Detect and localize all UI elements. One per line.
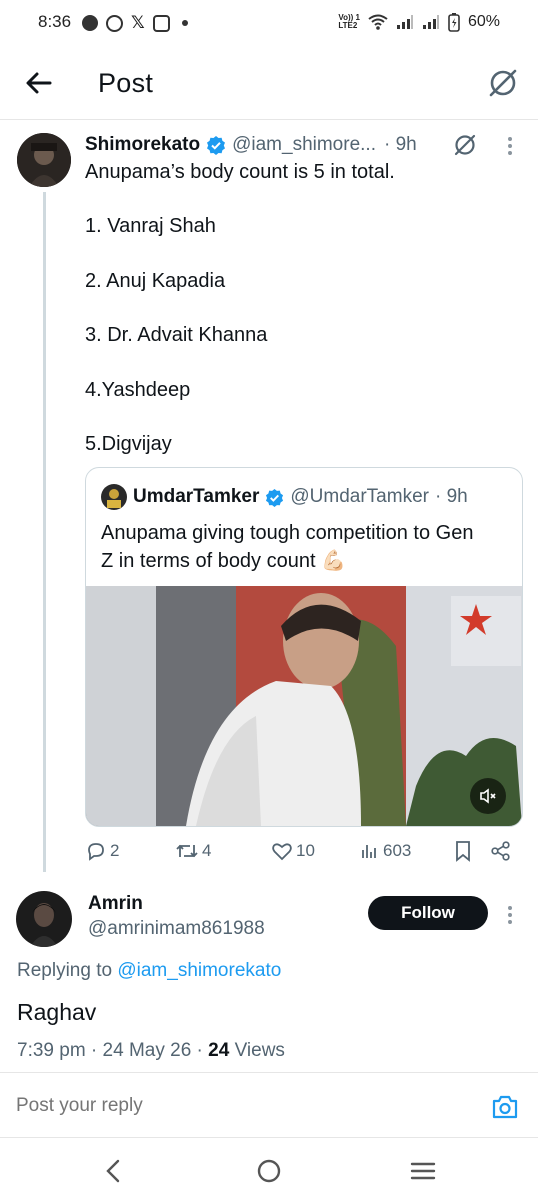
- repost-icon: [176, 844, 198, 858]
- grok-icon[interactable]: [488, 68, 518, 98]
- mute-icon[interactable]: [478, 786, 498, 806]
- author-handle[interactable]: @iam_shimore...: [232, 134, 376, 156]
- status-time: 8:36: [38, 12, 72, 31]
- reply-action[interactable]: 2: [85, 840, 119, 862]
- quoted-tweet-header: UmdarTamker @UmdarTamker · 9h: [101, 484, 468, 510]
- repost-count: 4: [202, 841, 212, 860]
- camera-icon[interactable]: [491, 1094, 519, 1120]
- like-action[interactable]: 10: [271, 840, 315, 862]
- views-action[interactable]: 603: [360, 841, 411, 861]
- reply-author-name[interactable]: Amrin: [88, 893, 143, 915]
- replying-to-line: Replying to @iam_shimorekato: [17, 960, 281, 982]
- instagram-icon: [152, 14, 170, 32]
- reply-views-label: Views: [234, 1040, 285, 1061]
- system-icons: Vo)) 1 LTE2 60%: [338, 12, 500, 32]
- tweet-line: 3. Dr. Advait Khanna: [85, 324, 268, 346]
- tweet-line: 4.Yashdeep: [85, 379, 191, 401]
- video-frame-image: [86, 586, 522, 826]
- share-icon[interactable]: [490, 840, 512, 862]
- chat-notification-icon: [82, 15, 98, 31]
- reply-icon: [88, 843, 104, 861]
- quoted-author-name: UmdarTamker: [133, 486, 260, 507]
- views-chart-icon: [362, 845, 376, 858]
- tweet-line: 2. Anuj Kapadia: [85, 270, 226, 292]
- more-options-icon[interactable]: [508, 134, 512, 158]
- author-name[interactable]: Shimorekato: [85, 134, 200, 156]
- quoted-tweet-text: Anupama giving tough competition to Gen …: [101, 522, 474, 572]
- reply-more-options-icon[interactable]: [508, 903, 512, 927]
- quoted-verified-badge-icon: [266, 488, 284, 507]
- reply-text: Raghav: [17, 999, 97, 1025]
- verified-badge-icon: [207, 136, 226, 155]
- reply-input[interactable]: [16, 1091, 456, 1121]
- reply-meta: 7:39 pm · 24 May 26 · 24 Views: [17, 1040, 285, 1062]
- tweet-text: Anupama’s body count is 5 in total. 1. V…: [85, 159, 525, 458]
- tweet-line: Anupama’s body count is 5 in total.: [85, 161, 395, 183]
- replying-to-prefix: Replying to: [17, 960, 113, 981]
- reply-composer: [0, 1072, 538, 1138]
- replying-to-handle-link[interactable]: @iam_shimorekato: [117, 960, 281, 981]
- reply-timestamp: 7:39 pm · 24 May 26 ·: [17, 1040, 203, 1061]
- battery-charging-icon: [448, 13, 460, 32]
- volte-icon: Vo)) 1 LTE2: [338, 13, 360, 30]
- like-count: 10: [296, 841, 315, 860]
- views-count: 603: [383, 841, 412, 860]
- nav-home-icon[interactable]: [257, 1159, 281, 1183]
- tweet-time: · 9h: [383, 134, 417, 155]
- quoted-author-avatar: [101, 484, 127, 510]
- tweet-line: 5.Digvijay: [85, 433, 172, 455]
- wifi-icon: [368, 14, 388, 30]
- tweet-line: 1. Vanraj Shah: [85, 215, 216, 237]
- flexed-biceps-emoji: 💪🏻: [321, 550, 347, 572]
- battery-percent: 60%: [467, 13, 500, 30]
- more-notifications-dot-icon: [181, 20, 188, 26]
- reply-author-avatar[interactable]: [16, 891, 72, 947]
- quoted-author-handle: @UmdarTamker: [290, 486, 429, 507]
- status-bar: 8:36 𝕏 Vo)) 1 LTE2 60%: [0, 0, 538, 46]
- page-title: Post: [98, 68, 154, 98]
- grok-explain-icon[interactable]: [453, 133, 477, 157]
- author-avatar[interactable]: [17, 133, 71, 187]
- quoted-tweet-card[interactable]: UmdarTamker @UmdarTamker · 9h Anupama gi…: [85, 467, 523, 827]
- notification-icons: 𝕏: [82, 13, 188, 33]
- tweet-actions: 2 4 10 603: [85, 838, 525, 864]
- reply-count: 2: [110, 841, 120, 860]
- thread-connector-line: [43, 192, 46, 872]
- signal-1-icon: [396, 15, 413, 29]
- quoted-tweet-video[interactable]: [86, 586, 522, 826]
- back-arrow-icon[interactable]: [24, 68, 54, 98]
- follow-button[interactable]: Follow: [368, 896, 488, 930]
- signal-2-icon: [422, 15, 439, 29]
- whatsapp-icon: [106, 14, 123, 32]
- bookmark-icon[interactable]: [453, 840, 473, 862]
- reply-views-count: 24: [208, 1040, 230, 1061]
- system-navigation-bar: [0, 1146, 538, 1199]
- repost-action[interactable]: 4: [175, 840, 211, 862]
- nav-recents-icon[interactable]: [410, 1161, 436, 1181]
- nav-back-icon[interactable]: [104, 1158, 122, 1184]
- top-app-bar: Post: [0, 46, 538, 120]
- heart-icon: [272, 843, 292, 861]
- reply-author-handle[interactable]: @amrinimam861988: [88, 918, 265, 940]
- quoted-tweet-time: · 9h: [434, 486, 468, 507]
- x-notification-icon: 𝕏: [131, 13, 145, 32]
